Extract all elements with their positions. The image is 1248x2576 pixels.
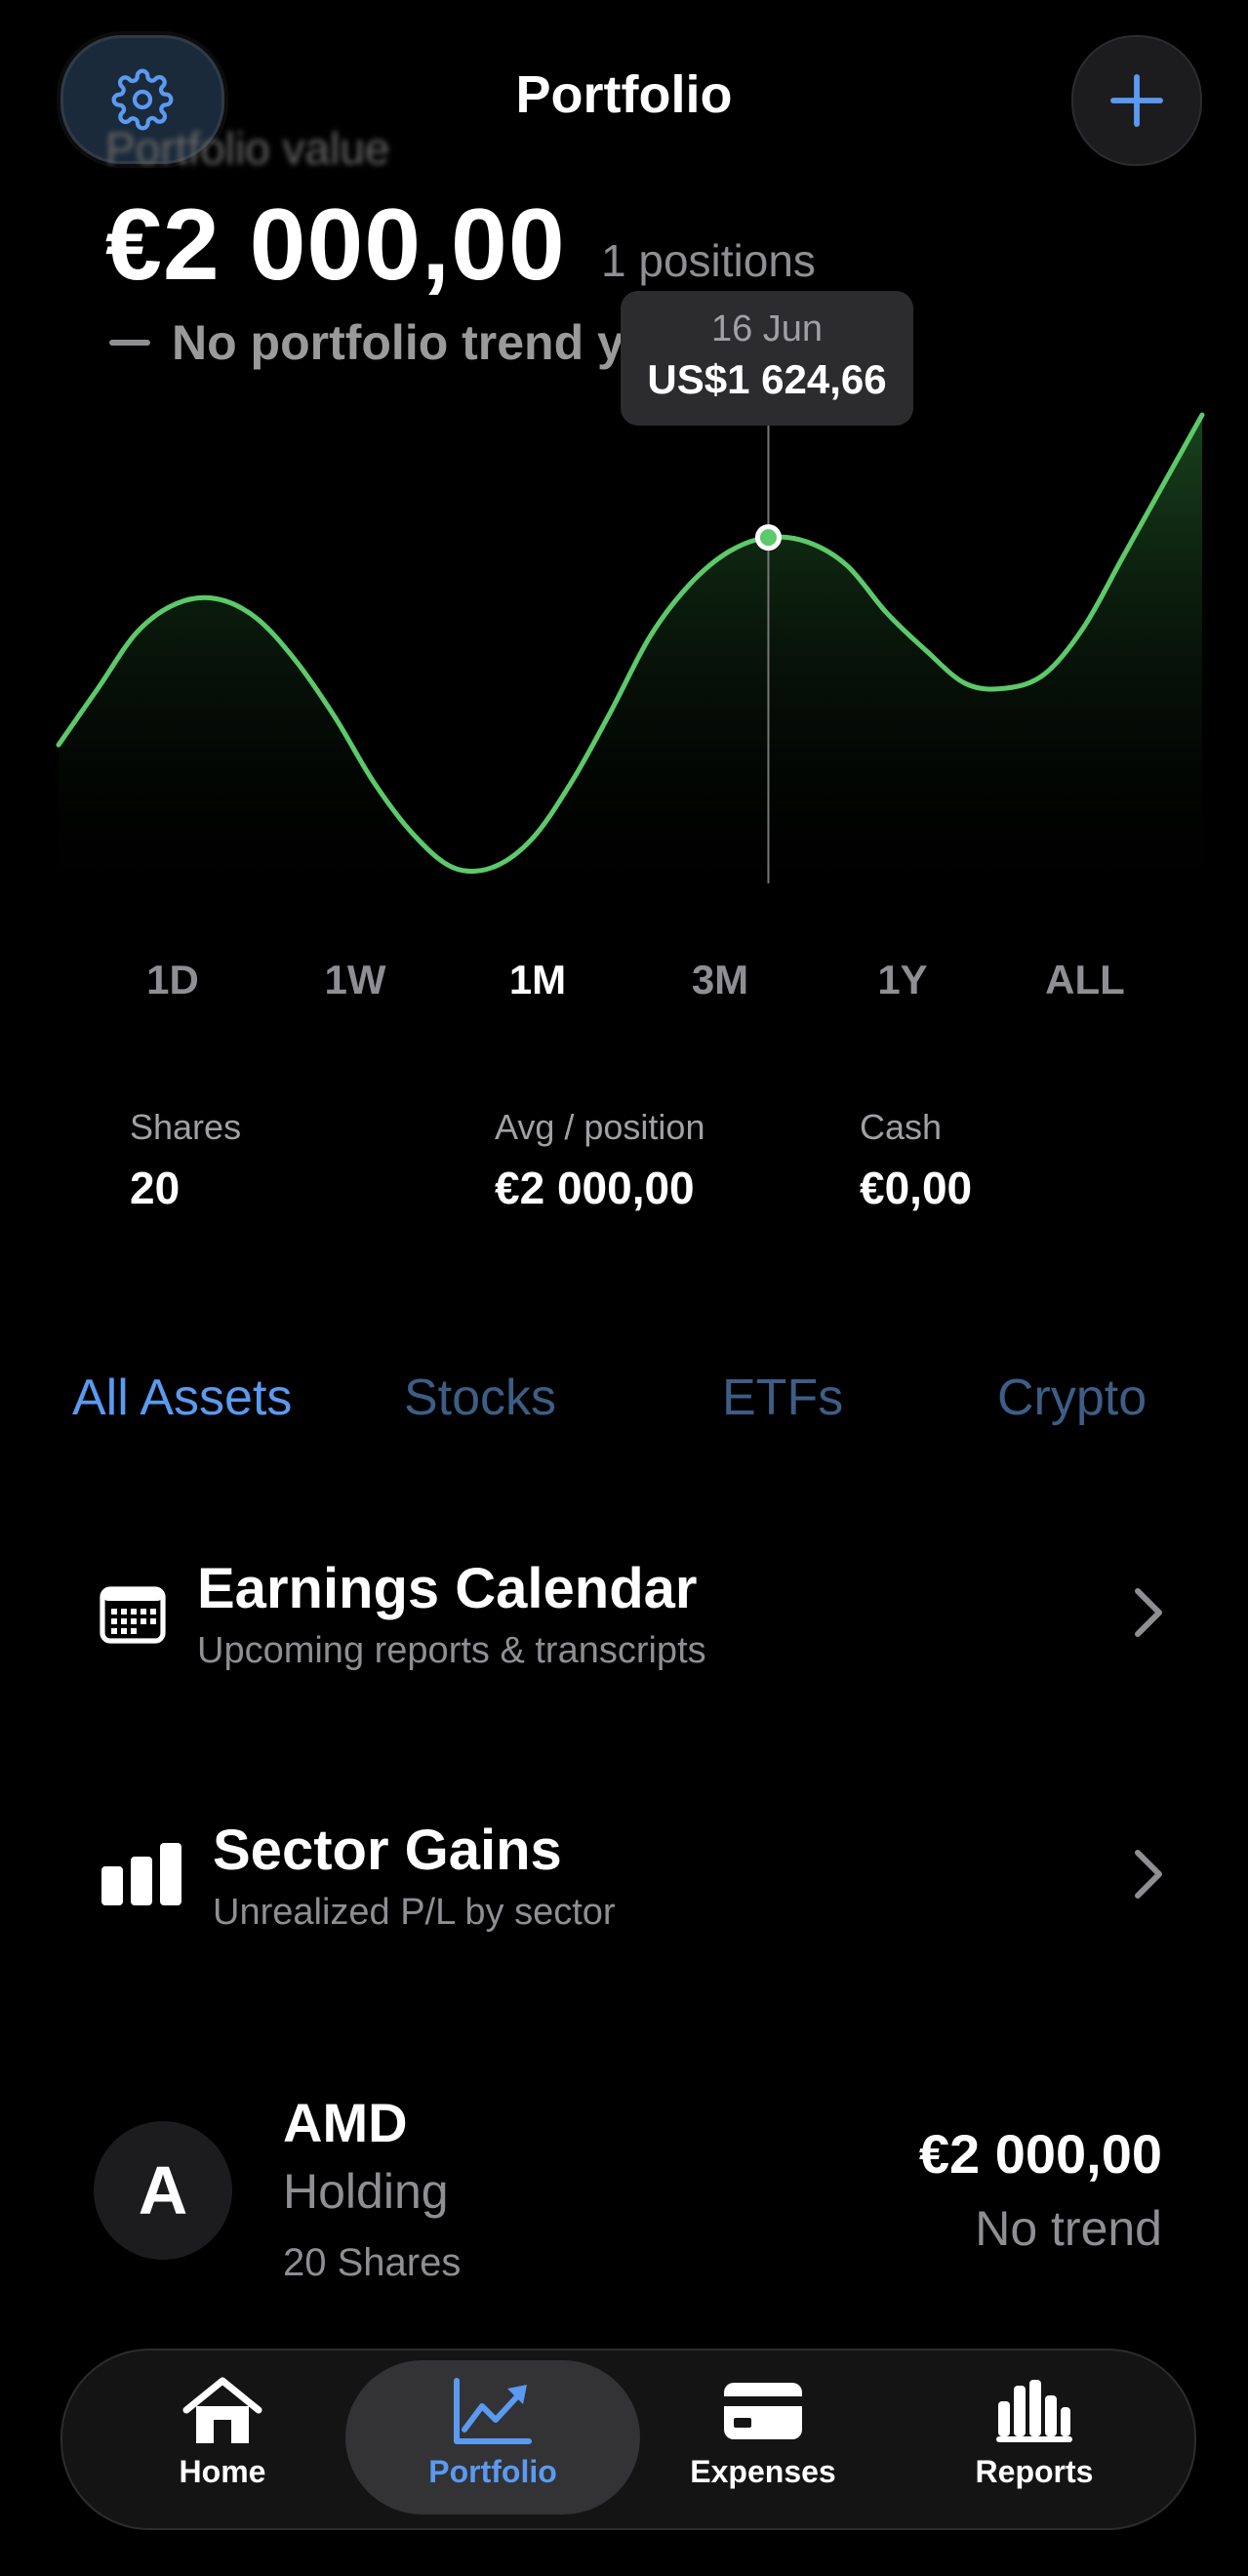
holding-shares: 20 Shares: [283, 2241, 462, 2284]
calendar-icon: [100, 1586, 166, 1644]
shares-value: 20: [130, 1163, 181, 1213]
chart-highlight-point: [754, 524, 782, 552]
earnings-calendar-title: Earnings Calendar: [197, 1557, 698, 1620]
avg-position-value: €2 000,00: [495, 1163, 695, 1213]
avg-position-label: Avg / position: [495, 1107, 705, 1147]
shares-label: Shares: [130, 1107, 242, 1147]
credit-card-icon: [724, 2383, 802, 2439]
tab-portfolio[interactable]: Portfolio: [395, 2372, 590, 2509]
tab-all-assets[interactable]: All Assets: [72, 1369, 292, 1427]
cash-label: Cash: [860, 1107, 943, 1147]
tooltip-price: US$1 624,66: [647, 356, 887, 402]
tab-home-label: Home: [179, 2454, 266, 2489]
range-1d[interactable]: 1D: [104, 957, 241, 1003]
bar-chart-icon: [101, 1843, 181, 1905]
chevron-right-icon: [1135, 1588, 1162, 1637]
tab-reports-label: Reports: [975, 2454, 1094, 2489]
range-1y[interactable]: 1Y: [834, 957, 971, 1003]
range-1w[interactable]: 1W: [287, 957, 423, 1003]
tab-expenses[interactable]: Expenses: [665, 2372, 861, 2509]
holding-value: €2 000,00: [918, 2123, 1162, 2185]
holding-type: Holding: [283, 2164, 449, 2219]
tab-stocks[interactable]: Stocks: [404, 1369, 556, 1427]
earnings-calendar-subtitle: Upcoming reports & transcripts: [197, 1630, 706, 1671]
chart-area: [59, 415, 1202, 883]
avatar: A: [94, 2121, 232, 2260]
tab-reports[interactable]: Reports: [937, 2372, 1132, 2509]
range-1m[interactable]: 1M: [469, 957, 606, 1003]
tab-home[interactable]: Home: [125, 2372, 320, 2509]
tab-crypto[interactable]: Crypto: [997, 1369, 1147, 1427]
sector-gains-title: Sector Gains: [213, 1819, 562, 1882]
holding-trend: No trend: [975, 2201, 1162, 2256]
cash-value: €0,00: [860, 1163, 973, 1213]
holding-symbol: AMD: [283, 2092, 408, 2153]
chart-tooltip: 16 Jun US$1 624,66: [621, 291, 913, 426]
reports-icon: [996, 2380, 1072, 2442]
tab-etfs[interactable]: ETFs: [722, 1369, 843, 1427]
range-3m[interactable]: 3M: [652, 957, 788, 1003]
portfolio-chart[interactable]: [0, 0, 1248, 976]
tab-expenses-label: Expenses: [690, 2454, 836, 2489]
chevron-right-icon: [1135, 1850, 1162, 1899]
trend-chart-icon: [454, 2378, 532, 2444]
home-icon: [182, 2377, 262, 2443]
tooltip-date: 16 Jun: [710, 308, 824, 349]
sector-gains-subtitle: Unrealized P/L by sector: [213, 1892, 616, 1933]
range-all[interactable]: ALL: [1017, 957, 1153, 1003]
tab-portfolio-label: Portfolio: [428, 2454, 557, 2489]
